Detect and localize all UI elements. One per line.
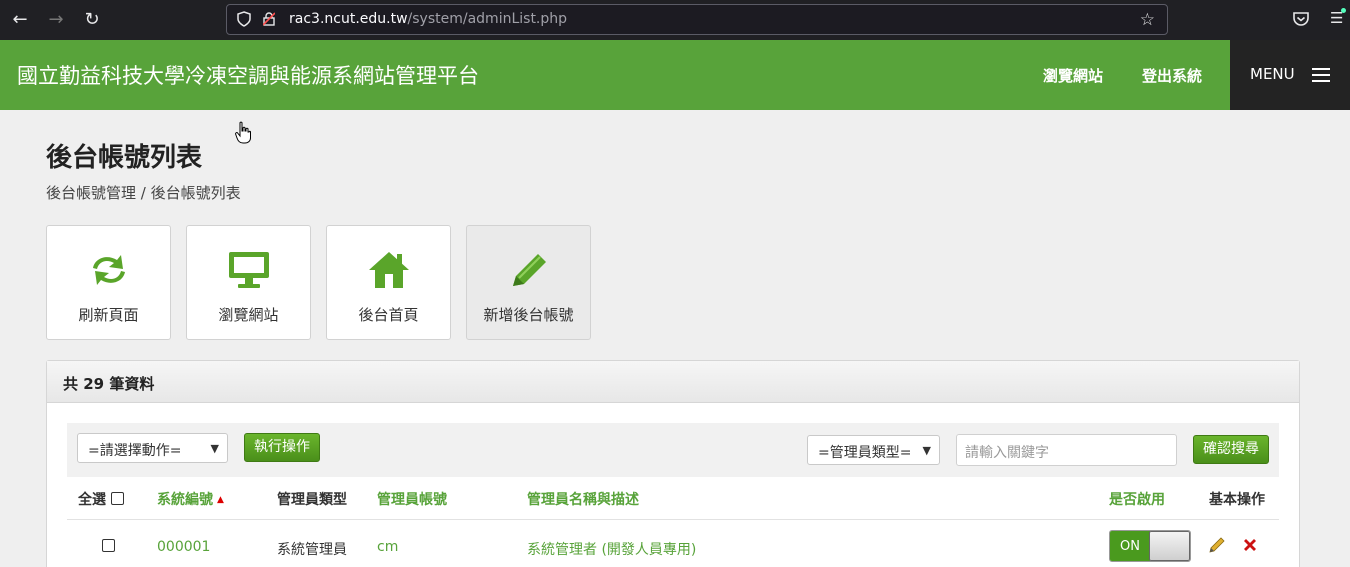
list-toolbar: =請選擇動作= ▼ 執行操作 =管理員類型= ▼ 請輸入關鍵字 確認搜尋 xyxy=(67,423,1279,477)
select-all-header[interactable]: 全選 xyxy=(78,489,124,509)
column-header-id[interactable]: 系統編號 ▲ xyxy=(157,489,224,509)
keyword-input[interactable]: 請輸入關鍵字 xyxy=(956,434,1177,466)
row-name[interactable]: 系統管理者 (開發人員專用) xyxy=(527,539,696,559)
monitor-icon xyxy=(229,252,269,288)
enabled-toggle[interactable]: ON xyxy=(1109,530,1191,562)
action-select[interactable]: =請選擇動作= ▼ xyxy=(77,433,228,463)
tile-browse-site[interactable]: 瀏覽網站 xyxy=(186,225,311,340)
execute-button[interactable]: 執行操作 xyxy=(244,433,320,462)
tile-label: 瀏覽網站 xyxy=(218,306,279,324)
menu-button[interactable]: MENU xyxy=(1230,40,1350,110)
select-all-checkbox[interactable] xyxy=(110,492,124,505)
tile-label: 刷新頁面 xyxy=(78,306,139,324)
data-panel: 共 29 筆資料 =請選擇動作= ▼ 執行操作 =管理員類型= ▼ 請輸入關鍵字… xyxy=(46,360,1300,567)
select-all-label: 全選 xyxy=(78,492,106,508)
row-account[interactable]: cm xyxy=(377,539,398,555)
header-link-browse[interactable]: 瀏覽網站 xyxy=(1043,65,1103,86)
hand-cursor-icon xyxy=(235,121,251,144)
header-link-logout[interactable]: 登出系統 xyxy=(1142,65,1202,86)
action-select-value: =請選擇動作= xyxy=(88,443,182,459)
url-host: rac3.ncut.edu.tw xyxy=(289,11,408,27)
admin-type-select[interactable]: =管理員類型= ▼ xyxy=(807,435,940,465)
column-header-type: 管理員類型 xyxy=(277,492,347,508)
row-id[interactable]: 000001 xyxy=(157,539,210,555)
header-divider xyxy=(67,519,1279,520)
admin-type-select-value: =管理員類型= xyxy=(818,445,912,461)
chevron-down-icon: ▼ xyxy=(210,442,219,455)
hamburger-icon xyxy=(1312,68,1330,82)
pencil-icon xyxy=(513,254,546,286)
pocket-icon[interactable] xyxy=(1292,10,1310,28)
reload-icon[interactable]: ↻ xyxy=(80,8,104,32)
column-header-enabled[interactable]: 是否啟用 xyxy=(1109,489,1165,509)
record-count: 共 29 筆資料 xyxy=(63,375,155,393)
address-bar[interactable]: rac3.ncut.edu.tw/system/adminList.php ☆ xyxy=(226,4,1168,35)
column-header-ops: 基本操作 xyxy=(1209,492,1265,508)
column-header-account[interactable]: 管理員帳號 xyxy=(377,489,447,509)
page-title: 後台帳號列表 xyxy=(46,143,203,173)
delete-icon[interactable] xyxy=(1241,536,1259,554)
tile-label: 新增後台帳號 xyxy=(483,306,574,324)
home-icon xyxy=(369,252,409,288)
edit-pencil-icon[interactable] xyxy=(1208,536,1226,554)
menu-label: MENU xyxy=(1250,65,1295,83)
breadcrumb: 後台帳號管理 / 後台帳號列表 xyxy=(46,184,241,202)
shield-icon xyxy=(237,11,251,27)
refresh-icon xyxy=(93,255,125,285)
tile-refresh[interactable]: 刷新頁面 xyxy=(46,225,171,340)
search-button[interactable]: 確認搜尋 xyxy=(1193,435,1269,464)
back-icon[interactable]: ← xyxy=(8,8,32,32)
row-checkbox[interactable] xyxy=(102,539,115,552)
tile-label: 後台首頁 xyxy=(358,306,419,324)
tile-admin-home[interactable]: 後台首頁 xyxy=(326,225,451,340)
bookmark-star-icon[interactable]: ☆ xyxy=(1140,10,1155,30)
sort-asc-icon: ▲ xyxy=(217,495,224,505)
browser-toolbar: ← → ↻ rac3.ncut.edu.tw/system/adminList.… xyxy=(0,0,1350,40)
column-header-id-label: 系統編號 xyxy=(157,492,213,508)
url-text: rac3.ncut.edu.tw/system/adminList.php xyxy=(289,11,567,27)
site-header: 國立勤益科技大學冷凍空調與能源系網站管理平台 瀏覽網站 登出系統 MENU xyxy=(0,40,1350,110)
site-title: 國立勤益科技大學冷凍空調與能源系網站管理平台 xyxy=(17,64,479,88)
tile-add-admin[interactable]: 新增後台帳號 xyxy=(466,225,591,340)
column-header-name[interactable]: 管理員名稱與描述 xyxy=(527,489,639,509)
url-path: /system/adminList.php xyxy=(407,11,568,27)
toggle-knob xyxy=(1149,531,1190,561)
update-badge xyxy=(1341,8,1346,13)
panel-header: 共 29 筆資料 xyxy=(47,361,1299,403)
lock-warning-icon xyxy=(263,12,275,26)
row-type: 系統管理員 xyxy=(277,542,347,558)
forward-icon[interactable]: → xyxy=(44,8,68,32)
chevron-down-icon: ▼ xyxy=(922,444,931,457)
toggle-on-label: ON xyxy=(1110,531,1150,561)
